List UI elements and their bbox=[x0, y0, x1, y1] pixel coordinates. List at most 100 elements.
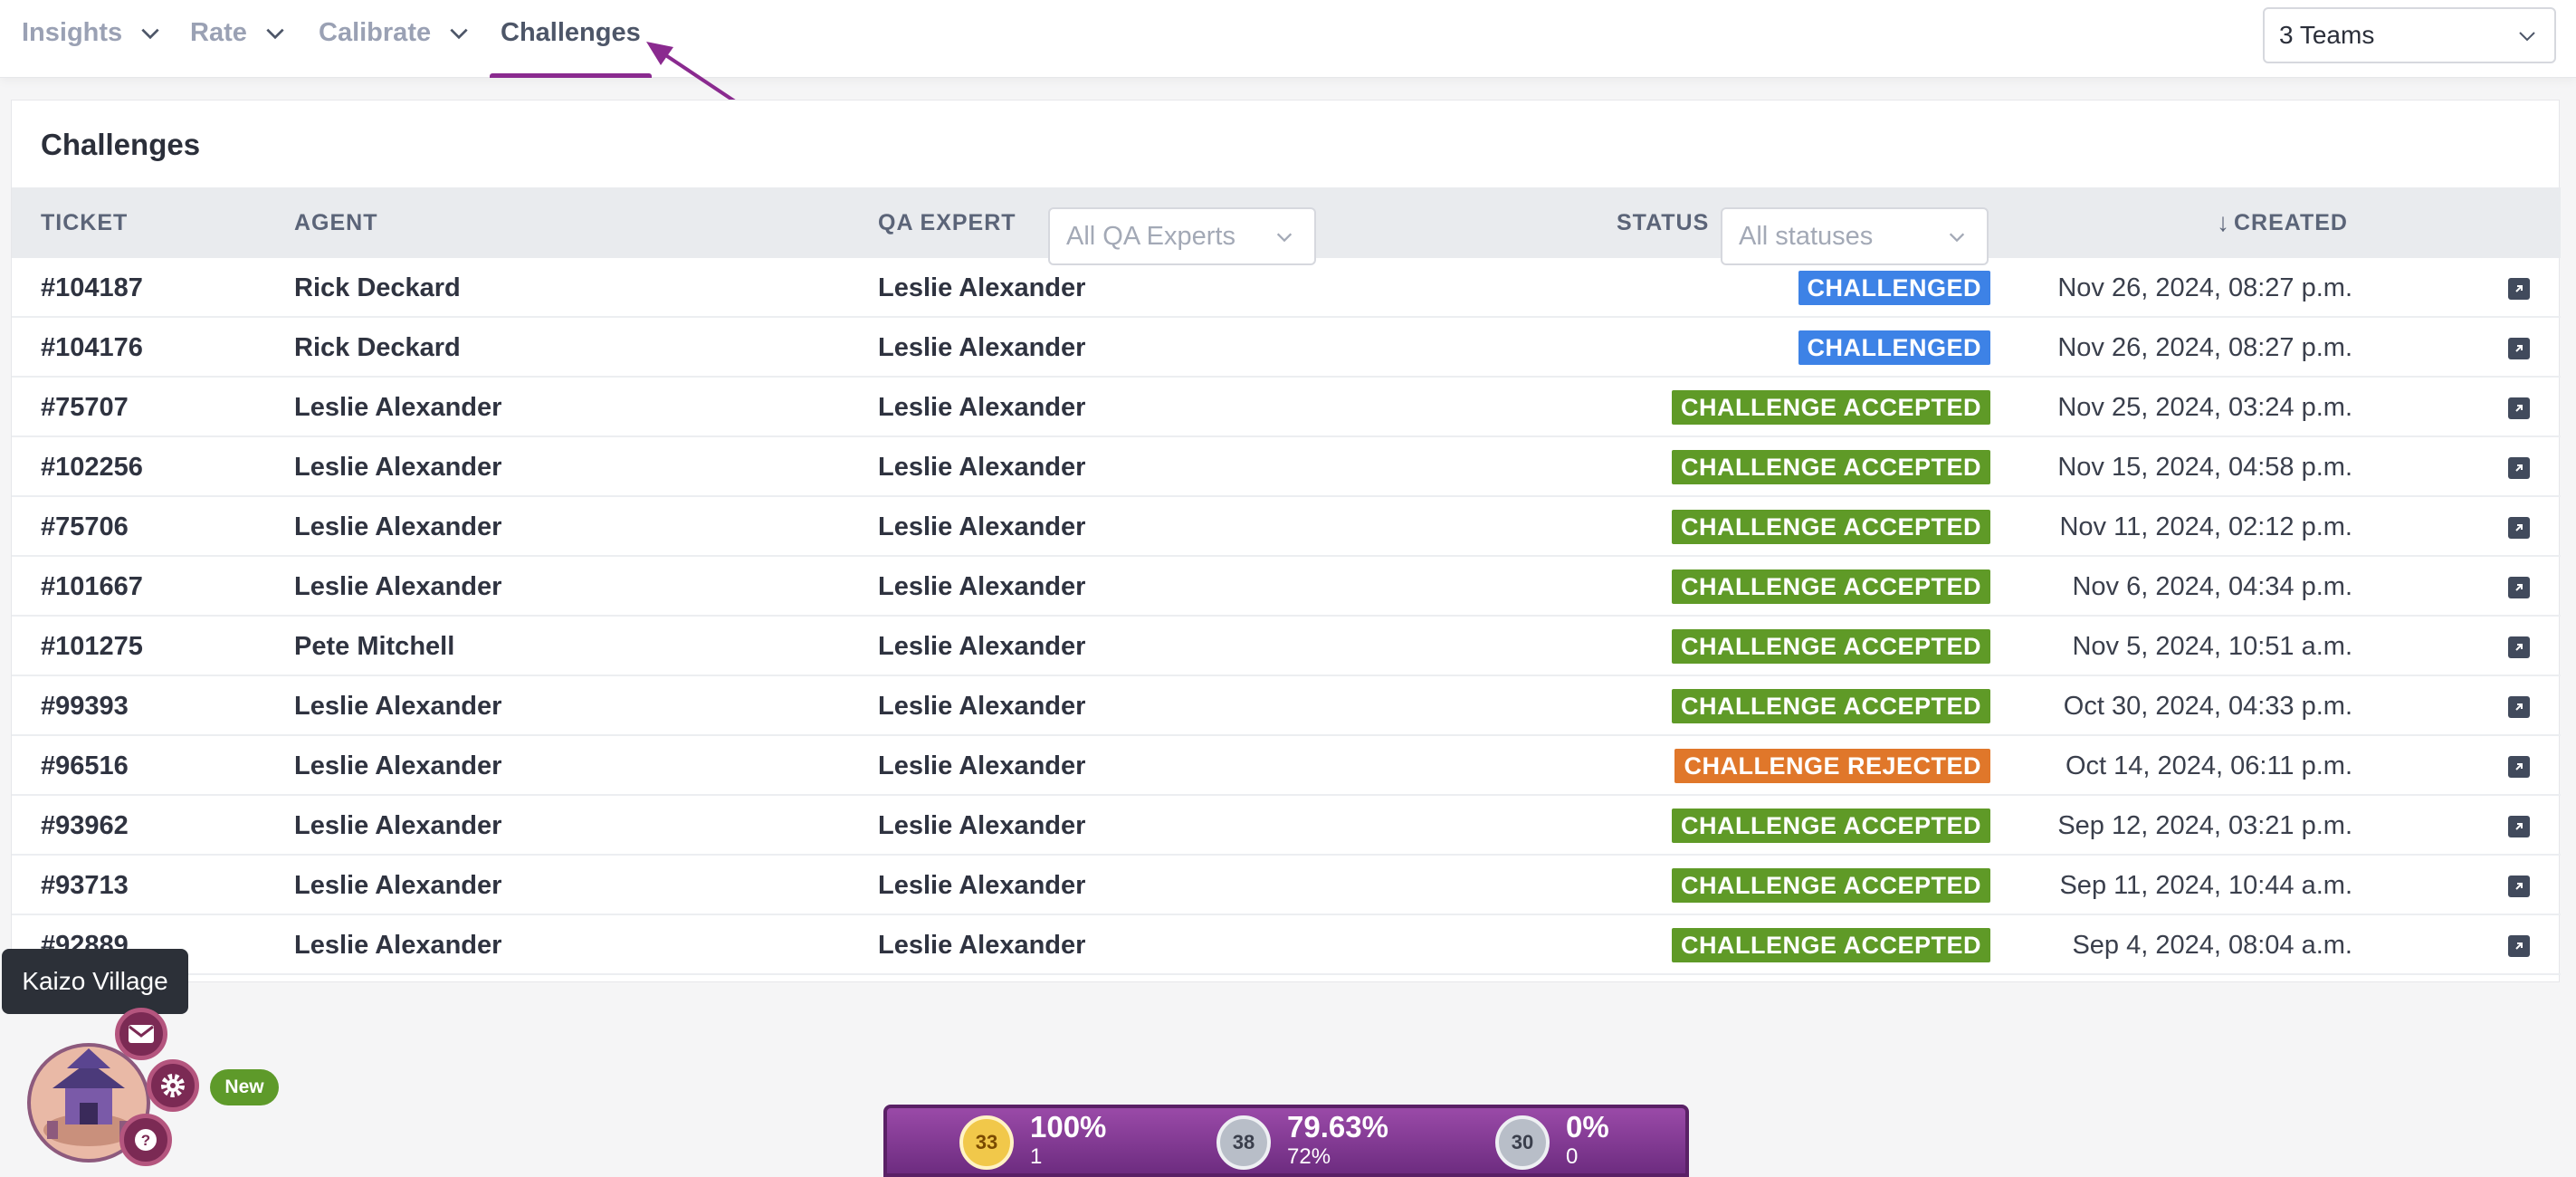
table-row[interactable]: #75706 Leslie Alexander Leslie Alexander CH… bbox=[12, 497, 2561, 557]
qa-expert-name: Leslie Alexander bbox=[878, 631, 1086, 661]
tab-insights-label: Insights bbox=[22, 18, 123, 47]
chevron-down-icon bbox=[266, 28, 284, 40]
open-external-icon[interactable] bbox=[2508, 517, 2530, 539]
table-row[interactable]: #93962 Leslie Alexander Leslie Alexander CH… bbox=[12, 796, 2561, 856]
table-row[interactable]: #104187 Rick Deckard Leslie Alexander CHALL… bbox=[12, 258, 2561, 318]
open-external-icon[interactable] bbox=[2508, 816, 2530, 837]
qa-expert-name: Leslie Alexander bbox=[878, 930, 1086, 960]
gear-icon[interactable] bbox=[147, 1059, 199, 1112]
open-external-icon[interactable] bbox=[2508, 696, 2530, 718]
created-date: Nov 15, 2024, 04:58 p.m. bbox=[2057, 452, 2352, 482]
score-rank: 38 bbox=[1232, 1131, 1255, 1153]
agent-name: Leslie Alexander bbox=[294, 571, 502, 601]
header-status: STATUS bbox=[1617, 209, 1710, 235]
ticket-id: #104187 bbox=[41, 273, 143, 302]
created-date: Nov 26, 2024, 08:27 p.m. bbox=[2057, 273, 2352, 302]
mail-icon[interactable] bbox=[115, 1008, 167, 1060]
status-badge: CHALLENGE ACCEPTED bbox=[1671, 569, 1990, 604]
created-date: Nov 26, 2024, 08:27 p.m. bbox=[2057, 332, 2352, 362]
qa-expert-filter-placeholder: All QA Experts bbox=[1066, 221, 1236, 251]
tab-calibrate[interactable]: Calibrate bbox=[319, 0, 471, 78]
score-item: 33 100% 1 bbox=[959, 1110, 1106, 1177]
status-badge: CHALLENGE ACCEPTED bbox=[1671, 629, 1990, 664]
score-percent: 79.63% bbox=[1287, 1110, 1388, 1144]
created-date: Sep 11, 2024, 10:44 a.m. bbox=[2059, 870, 2352, 900]
qa-expert-name: Leslie Alexander bbox=[878, 392, 1086, 422]
table-row[interactable]: #101667 Leslie Alexander Leslie Alexander C… bbox=[12, 557, 2561, 617]
challenges-panel: Challenges TICKET AGENT QA EXPERT STATUS… bbox=[11, 100, 2561, 982]
agent-name: Rick Deckard bbox=[294, 273, 461, 302]
chevron-down-icon bbox=[1949, 233, 1965, 243]
chevron-down-icon bbox=[450, 28, 468, 40]
score-item: 38 79.63% 72% bbox=[1216, 1110, 1388, 1177]
score-sub: 72% bbox=[1287, 1144, 1331, 1169]
open-external-icon[interactable] bbox=[2508, 457, 2530, 479]
created-date: Nov 6, 2024, 04:34 p.m. bbox=[2072, 571, 2352, 601]
tab-rate[interactable]: Rate bbox=[190, 0, 287, 78]
qa-expert-name: Leslie Alexander bbox=[878, 751, 1086, 780]
score-rank: 33 bbox=[975, 1131, 998, 1153]
tab-challenges[interactable]: Challenges bbox=[490, 0, 652, 78]
ticket-id: #104176 bbox=[41, 332, 143, 362]
open-external-icon[interactable] bbox=[2508, 338, 2530, 359]
sort-arrow-down-icon: ↓ bbox=[2217, 208, 2230, 236]
created-date: Nov 5, 2024, 10:51 a.m. bbox=[2072, 631, 2352, 661]
tab-insights[interactable]: Insights bbox=[22, 0, 162, 78]
ticket-id: #101667 bbox=[41, 571, 143, 601]
panel-title: Challenges bbox=[41, 128, 201, 161]
table-row[interactable]: #101275 Pete Mitchell Leslie Alexander CHAL… bbox=[12, 617, 2561, 676]
score-item: 30 0% 0 bbox=[1495, 1110, 1609, 1177]
status-badge: CHALLENGE ACCEPTED bbox=[1671, 868, 1990, 903]
status-badge: CHALLENGE ACCEPTED bbox=[1671, 809, 1990, 843]
qa-expert-name: Leslie Alexander bbox=[878, 332, 1086, 362]
qa-expert-name: Leslie Alexander bbox=[878, 810, 1086, 840]
table-row[interactable]: #92889 Leslie Alexander Leslie Alexander CH… bbox=[12, 915, 2561, 975]
agent-name: Leslie Alexander bbox=[294, 751, 502, 780]
score-sub: 1 bbox=[1030, 1144, 1043, 1169]
tab-calibrate-label: Calibrate bbox=[319, 18, 432, 47]
header-created[interactable]: ↓ CREATED bbox=[2217, 187, 2348, 258]
created-date: Sep 4, 2024, 08:04 a.m. bbox=[2072, 930, 2352, 960]
table-row[interactable]: #96516 Leslie Alexander Leslie Alexander CH… bbox=[12, 736, 2561, 796]
created-date: Nov 25, 2024, 03:24 p.m. bbox=[2057, 392, 2352, 422]
village-tooltip: Kaizo Village bbox=[2, 949, 188, 1014]
svg-text:?: ? bbox=[141, 1132, 150, 1149]
qa-expert-name: Leslie Alexander bbox=[878, 571, 1086, 601]
open-external-icon[interactable] bbox=[2508, 636, 2530, 658]
agent-name: Leslie Alexander bbox=[294, 691, 502, 721]
qa-expert-filter[interactable]: All QA Experts bbox=[1048, 207, 1316, 265]
open-external-icon[interactable] bbox=[2508, 935, 2530, 957]
open-external-icon[interactable] bbox=[2508, 278, 2530, 300]
open-external-icon[interactable] bbox=[2508, 397, 2530, 419]
status-badge: CHALLENGE ACCEPTED bbox=[1671, 390, 1990, 425]
table-row[interactable]: #75707 Leslie Alexander Leslie Alexander CH… bbox=[12, 378, 2561, 437]
ticket-id: #102256 bbox=[41, 452, 143, 482]
silver-trophy-icon: 38 bbox=[1216, 1115, 1271, 1170]
qa-expert-name: Leslie Alexander bbox=[878, 870, 1086, 900]
teams-select[interactable]: 3 Teams bbox=[2263, 7, 2556, 63]
status-filter[interactable]: All statuses bbox=[1721, 207, 1989, 265]
table-row[interactable]: #102256 Leslie Alexander Leslie Alexander C… bbox=[12, 437, 2561, 497]
created-date: Nov 11, 2024, 02:12 p.m. bbox=[2059, 512, 2352, 541]
help-icon[interactable]: ? bbox=[119, 1114, 172, 1166]
open-external-icon[interactable] bbox=[2508, 876, 2530, 897]
active-tab-indicator bbox=[490, 73, 652, 78]
ticket-id: #93713 bbox=[41, 870, 129, 900]
ticket-id: #93962 bbox=[41, 810, 129, 840]
status-badge: CHALLENGE ACCEPTED bbox=[1671, 450, 1990, 484]
table-row[interactable]: #104176 Rick Deckard Leslie Alexander CHALL… bbox=[12, 318, 2561, 378]
table-row[interactable]: #99393 Leslie Alexander Leslie Alexander CH… bbox=[12, 676, 2561, 736]
score-bar: 33 100% 1 38 79.63% 72% 30 0% 0 bbox=[883, 1105, 1689, 1177]
ticket-id: #96516 bbox=[41, 751, 129, 780]
table-row[interactable]: #93713 Leslie Alexander Leslie Alexander CH… bbox=[12, 856, 2561, 915]
open-external-icon[interactable] bbox=[2508, 756, 2530, 778]
open-external-icon[interactable] bbox=[2508, 577, 2530, 598]
agent-name: Rick Deckard bbox=[294, 332, 461, 362]
ticket-id: #75706 bbox=[41, 512, 129, 541]
teams-select-value: 3 Teams bbox=[2279, 21, 2375, 49]
tab-challenges-label: Challenges bbox=[501, 18, 641, 47]
agent-name: Leslie Alexander bbox=[294, 810, 502, 840]
agent-name: Leslie Alexander bbox=[294, 392, 502, 422]
status-badge: CHALLENGE ACCEPTED bbox=[1671, 928, 1990, 962]
chevron-down-icon bbox=[2519, 32, 2535, 42]
